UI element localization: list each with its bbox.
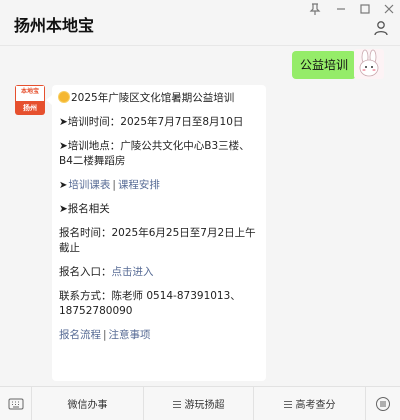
maximize-icon[interactable] (358, 2, 372, 16)
my-message-bubble[interactable]: 公益培训 (292, 51, 363, 79)
keyboard-icon (8, 398, 23, 409)
separator: | (103, 329, 107, 341)
avatar-city: 扬州 (23, 104, 37, 112)
title-bar: 扬州本地宝 (0, 0, 400, 46)
menu-icon (172, 400, 181, 408)
signup-entry-line: 报名入口：点击进入 (59, 265, 259, 280)
menu-item-label: 微信办事 (67, 400, 108, 411)
menu-item-gaokao[interactable]: 高考查分 (254, 387, 366, 420)
account-avatar[interactable]: 本地宝 扬州 (15, 85, 45, 115)
link-course-arrangement[interactable]: 课程安排 (118, 179, 160, 191)
menu-item-label: 高考查分 (295, 400, 336, 411)
signup-time: 报名时间：2025年6月25日至7月2日上午截止 (59, 227, 256, 254)
link-click-enter[interactable]: 点击进入 (112, 266, 154, 278)
article-title: 2025年广陵区文化馆暑期公益培训 (71, 92, 235, 104)
menu-item-wechat-affairs[interactable]: 微信办事 (32, 387, 144, 420)
link-notes[interactable]: 注意事项 (109, 329, 151, 341)
schedule-links-line: ➤培训课表 | 课程安排 (59, 178, 259, 193)
article-title-line: 2025年广陵区文化馆暑期公益培训 (59, 91, 259, 106)
signup-entry-label: 报名入口： (59, 266, 112, 278)
chat-area[interactable]: 公益培训 本地宝 扬州 2025年广陵区文化馆暑期公益培训 ➤培训时间：2025… (0, 47, 400, 385)
bottom-menu: 微信办事 游玩扬超 高考查分 (0, 386, 400, 420)
pin-icon[interactable] (308, 2, 322, 16)
rabbit-icon (359, 49, 379, 77)
link-signup-process[interactable]: 报名流程 (59, 329, 101, 341)
menu-switch[interactable] (366, 387, 400, 420)
arrow-icon: ➤ (59, 180, 68, 191)
menu-item-label: 游玩扬超 (184, 400, 225, 411)
menu-item-play[interactable]: 游玩扬超 (144, 387, 254, 420)
menu-switch-icon (376, 396, 390, 411)
my-avatar[interactable] (354, 49, 384, 79)
minimize-icon[interactable] (334, 2, 348, 16)
close-icon[interactable] (382, 2, 396, 16)
training-place: ➤培训地点：广陵公共文化中心B3三楼、B4二楼舞蹈房 (59, 140, 250, 167)
link-training-schedule[interactable]: 培训课表 (68, 179, 110, 191)
process-links-line: 报名流程 | 注意事项 (59, 328, 259, 343)
article-message-bubble[interactable]: 2025年广陵区文化馆暑期公益培训 ➤培训时间：2025年7月7日至8月10日 … (46, 85, 266, 381)
keyboard-toggle[interactable] (0, 387, 32, 420)
separator: | (112, 179, 116, 191)
avatar-brand: 本地宝 (20, 88, 39, 95)
training-time: ➤培训时间：2025年7月7日至8月10日 (59, 116, 244, 128)
profile-icon[interactable] (373, 20, 389, 36)
sun-icon (59, 92, 69, 102)
signup-related: ➤报名相关 (59, 203, 110, 215)
chat-title: 扬州本地宝 (14, 16, 95, 35)
menu-icon (283, 400, 292, 408)
contact-info: 联系方式：陈老师 0514-87391013、18752780090 (59, 290, 241, 317)
